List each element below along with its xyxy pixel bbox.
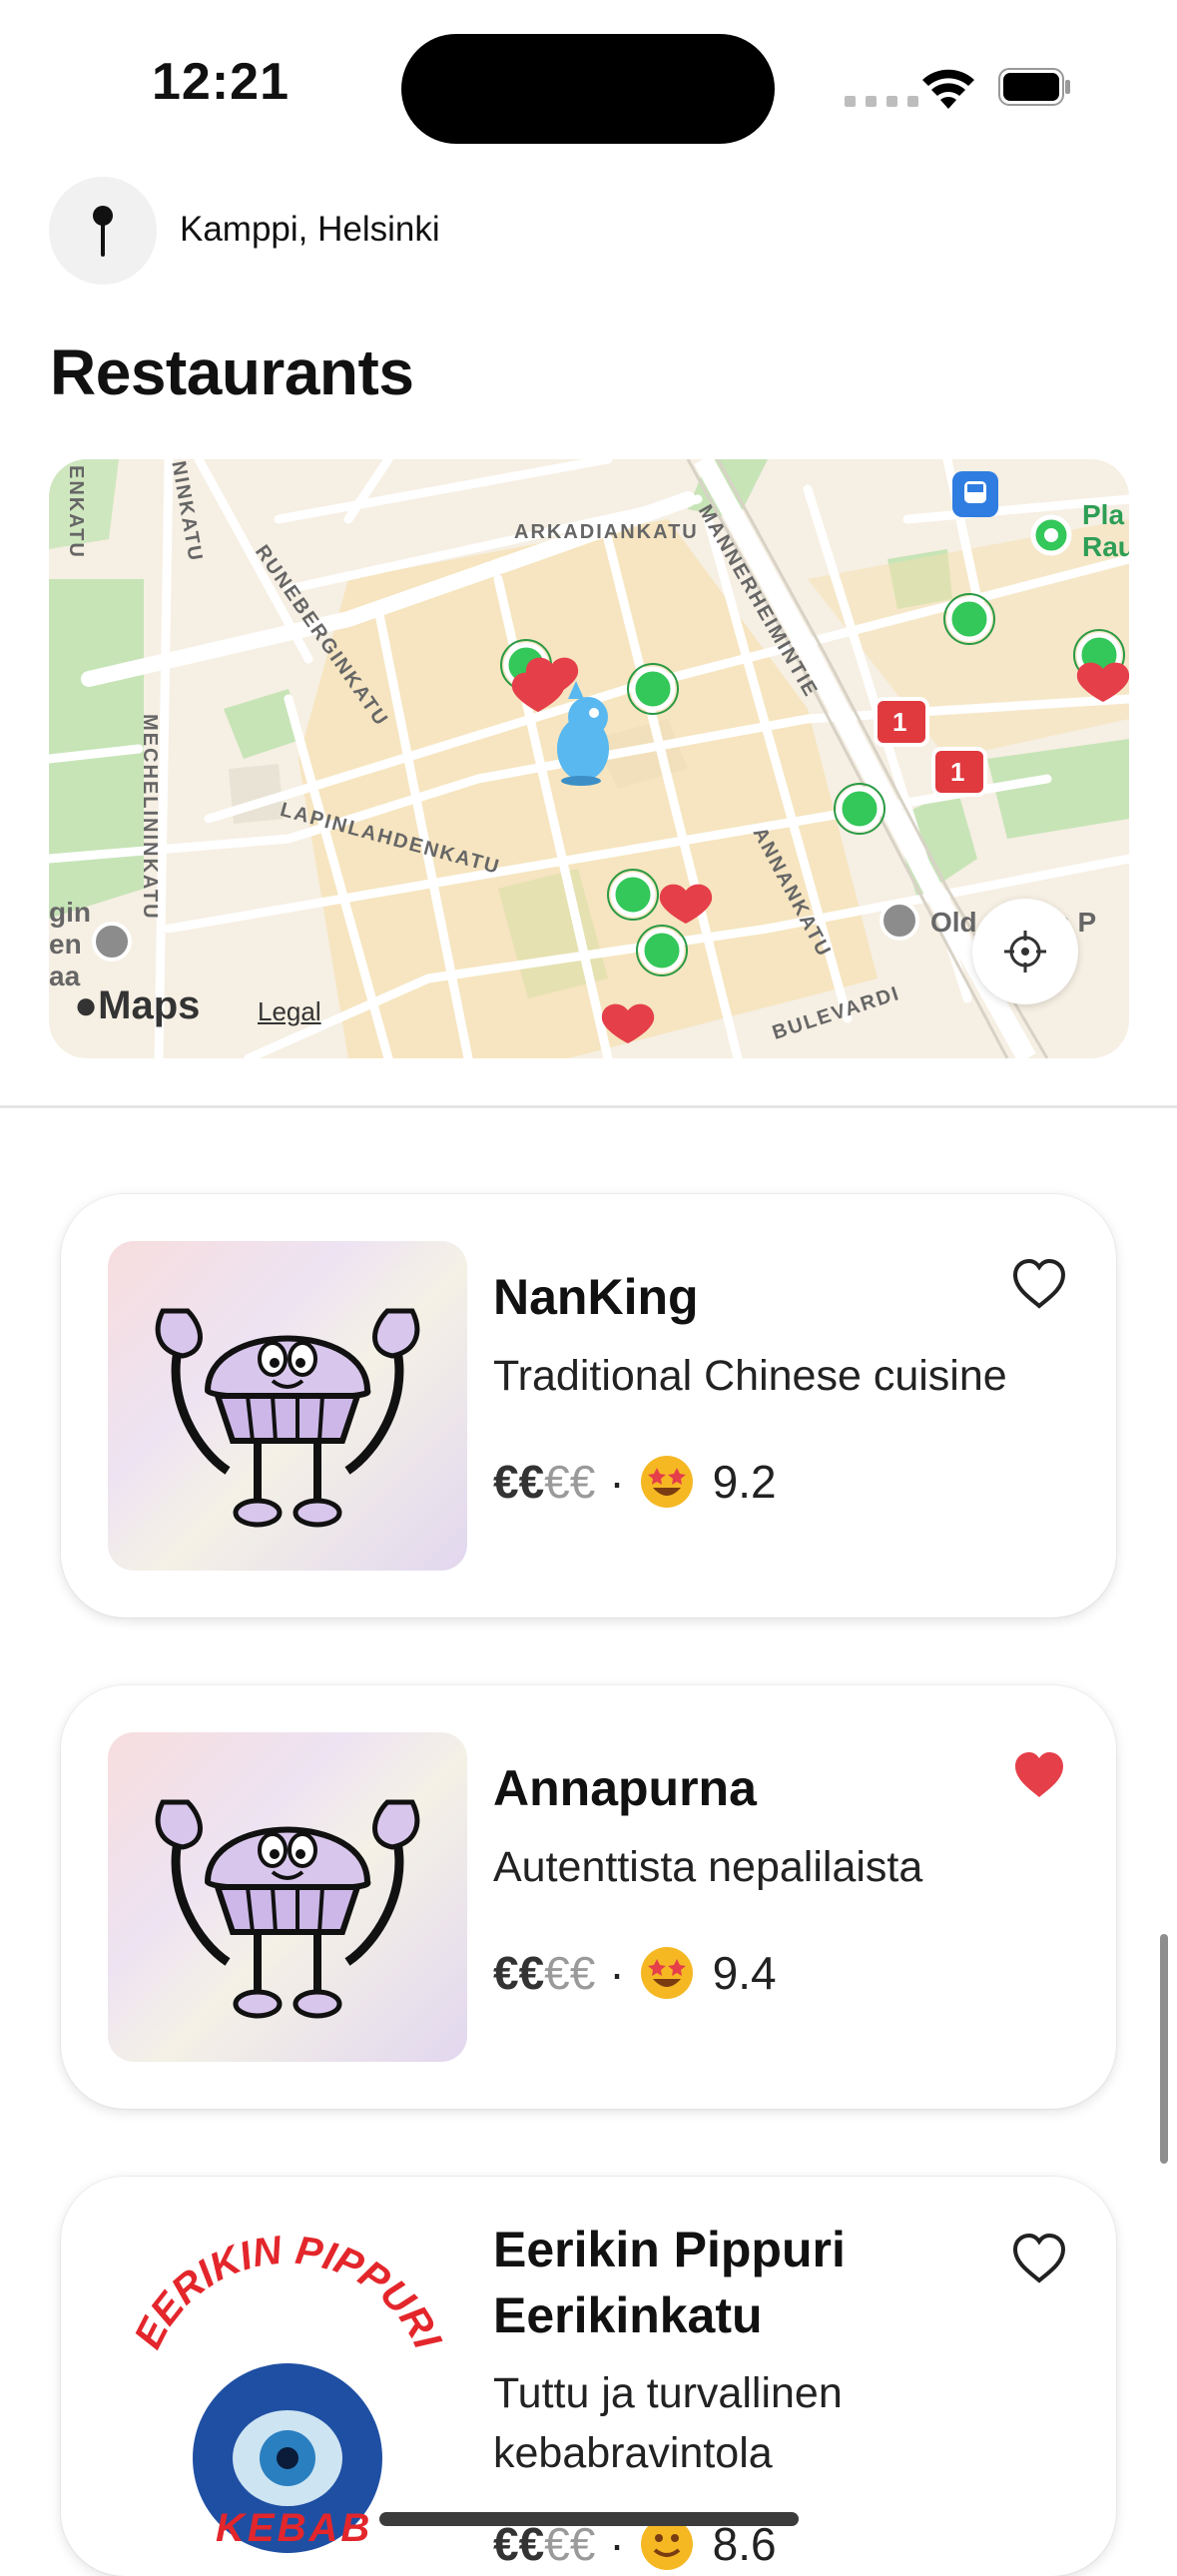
wifi-icon xyxy=(922,69,974,109)
price-level-remaining: €€ xyxy=(544,1947,596,1999)
recenter-location-button[interactable] xyxy=(972,899,1078,1004)
price-level-remaining: €€ xyxy=(544,1456,596,1508)
restaurant-description: Tuttu ja turvallinen kebabravintola xyxy=(493,2369,843,2477)
apple-logo-icon: ● xyxy=(74,983,99,1027)
restaurant-thumbnail xyxy=(108,1241,467,1571)
map-background xyxy=(49,459,1129,1058)
favorite-heart-outline-icon[interactable] xyxy=(1011,1258,1067,1310)
poi-label: Old xyxy=(930,907,977,938)
restaurant-name: Annapurna xyxy=(493,1760,757,1816)
price-level: €€ xyxy=(493,1947,545,1999)
cupcake-mascot-icon xyxy=(155,1308,420,1528)
eerikin-pippuri-logo: EERIKIN PIPPURI xyxy=(126,2228,450,2553)
price-level: €€ xyxy=(493,1456,545,1508)
poi-label: Pla xyxy=(1082,499,1125,530)
street-label: ARKADIANKATU xyxy=(514,521,699,543)
restaurant-thumbnail xyxy=(108,1732,467,2062)
street-label: MECHELININKATU xyxy=(139,714,161,921)
location-label[interactable]: Kamppi, Helsinki xyxy=(180,210,440,250)
star-struck-emoji-icon xyxy=(640,1947,693,1999)
badge-label: 1 xyxy=(892,707,907,737)
restaurant-name: Eerikin Pippuri Eerikinkatu xyxy=(493,2222,846,2343)
logo-text-top: EERIKIN PIPPURI xyxy=(126,2228,449,2355)
battery-icon xyxy=(998,68,1070,106)
separator: · xyxy=(609,1947,625,1999)
restaurant-description: Traditional Chinese cuisine xyxy=(493,1352,1007,1400)
crosshair-icon xyxy=(1004,931,1046,972)
restaurant-card[interactable]: Annapurna Autenttista nepalilaista €€ €€ … xyxy=(61,1685,1116,2109)
restaurant-meta: €€ €€ · 9.2 xyxy=(493,1454,777,1510)
scroll-indicator[interactable] xyxy=(1160,1934,1168,2164)
restaurant-description: Autenttista nepalilaista xyxy=(493,1843,923,1891)
restaurant-card[interactable]: NanKing Traditional Chinese cuisine €€ €€… xyxy=(61,1194,1116,1617)
legal-link[interactable]: Legal xyxy=(258,996,321,1027)
location-button[interactable] xyxy=(49,177,157,285)
poi-label: en xyxy=(49,929,82,960)
status-time: 12:21 xyxy=(152,53,290,111)
dynamic-island xyxy=(401,34,775,144)
poi-label: gin xyxy=(49,897,91,928)
restaurant-map[interactable]: ARKADIANKATU RUNEBERGINKATU MANNERHEIMIN… xyxy=(49,459,1129,1058)
favorite-heart-outline-icon[interactable] xyxy=(1011,2233,1067,2284)
section-divider xyxy=(0,1105,1177,1108)
home-indicator[interactable] xyxy=(379,2512,799,2526)
favorite-heart-filled-icon[interactable] xyxy=(1011,1749,1067,1801)
poi-label: Rau xyxy=(1082,531,1129,562)
badge-label: 1 xyxy=(950,757,965,787)
cupcake-mascot-icon xyxy=(155,1799,420,2019)
restaurant-meta: €€ €€ · 9.4 xyxy=(493,1945,777,2001)
page-title: Restaurants xyxy=(50,336,414,408)
rating-value: 9.4 xyxy=(712,1947,777,1999)
map-pin-icon xyxy=(93,206,113,257)
apple-maps-logo: ●Maps xyxy=(74,983,201,1027)
rating-value: 9.2 xyxy=(712,1456,777,1508)
logo-text-bottom: KEBAB xyxy=(216,2506,373,2550)
separator: · xyxy=(609,1456,625,1508)
restaurant-name: NanKing xyxy=(493,1269,699,1325)
star-struck-emoji-icon xyxy=(640,1456,693,1508)
street-label: ENKATU xyxy=(65,465,87,559)
restaurant-thumbnail: EERIKIN PIPPURI KEBAB xyxy=(108,2224,467,2553)
cellular-signal-icon xyxy=(845,96,918,107)
